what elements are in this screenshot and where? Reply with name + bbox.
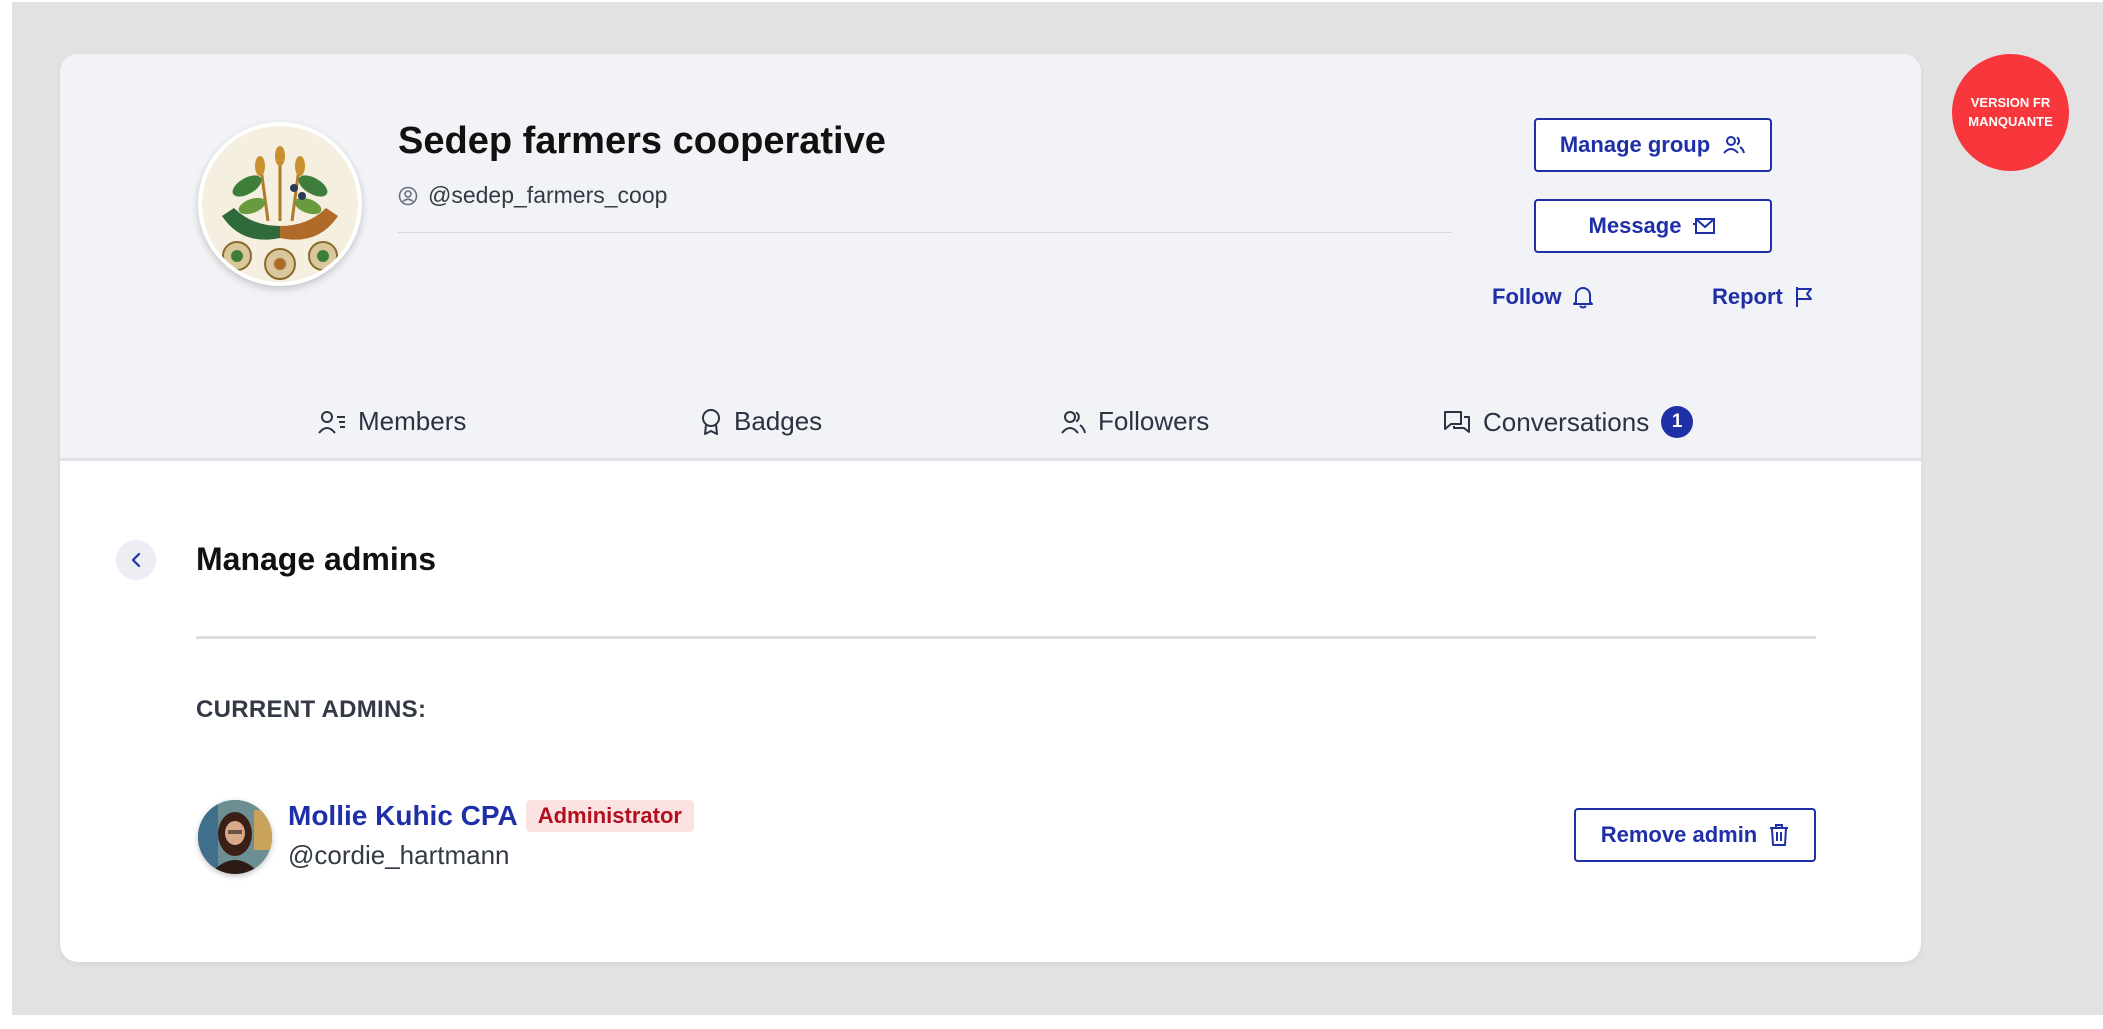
remove-admin-button[interactable]: Remove admin (1574, 808, 1816, 862)
admin-name-row: Mollie Kuhic CPA Administrator (288, 800, 694, 832)
manage-group-label: Manage group (1559, 132, 1711, 157)
admin-name-link[interactable]: Mollie Kuhic CPA (288, 800, 518, 832)
group-handle-row: @sedep_farmers_coop (398, 182, 667, 209)
conversations-icon (1443, 409, 1471, 435)
tab-members-label: Members (358, 406, 467, 436)
header-divider (398, 232, 1452, 233)
bell-icon (1572, 285, 1594, 309)
tab-conversations[interactable]: Conversations 1 (1443, 406, 1694, 438)
envelope-icon (1693, 215, 1717, 237)
trash-icon (1769, 823, 1789, 847)
group-handle: @sedep_farmers_coop (428, 182, 668, 208)
report-label: Report (1712, 284, 1783, 309)
follow-link[interactable]: Follow (1492, 284, 1594, 310)
chevron-left-icon (129, 552, 143, 568)
users-icon (1722, 133, 1746, 157)
conversations-count-badge: 1 (1661, 406, 1694, 438)
user-circle-icon (398, 186, 418, 206)
report-link[interactable]: Report (1712, 284, 1815, 310)
tab-members[interactable]: Members (318, 406, 466, 437)
current-admins-label: CURRENT ADMINS: (196, 696, 427, 723)
followers-icon (1060, 409, 1086, 435)
tab-badges[interactable]: Badges (700, 406, 822, 437)
group-logo-icon (202, 126, 358, 282)
group-tabs: Members Badges Followers Conversations 1 (60, 406, 1921, 446)
tab-followers[interactable]: Followers (1060, 406, 1209, 437)
version-missing-badge: VERSION FR MANQUANTE (1952, 54, 2069, 171)
flag-icon (1793, 285, 1815, 309)
section-divider (196, 636, 1816, 639)
message-label: Message (1588, 213, 1682, 238)
members-icon (318, 409, 346, 435)
tab-conversations-label: Conversations (1483, 406, 1650, 437)
remove-admin-label: Remove admin (1600, 822, 1758, 847)
manage-group-button[interactable]: Manage group (1534, 118, 1772, 172)
role-badge: Administrator (525, 800, 694, 832)
badge-icon (700, 408, 722, 436)
follow-label: Follow (1492, 284, 1562, 309)
group-card: Sedep farmers cooperative @sedep_farmers… (60, 54, 1921, 962)
tab-followers-label: Followers (1098, 406, 1210, 436)
message-button[interactable]: Message (1534, 199, 1772, 253)
tab-badges-label: Badges (734, 406, 823, 436)
avatar (198, 800, 272, 874)
back-button[interactable] (116, 540, 156, 580)
group-avatar (198, 122, 362, 286)
version-badge-line1: VERSION FR (1970, 94, 2051, 110)
version-badge-line2: MANQUANTE (1968, 113, 2053, 129)
admin-handle: @cordie_hartmann (288, 840, 510, 870)
section-title: Manage admins (196, 541, 437, 577)
group-header: Sedep farmers cooperative @sedep_farmers… (60, 54, 1921, 461)
group-title: Sedep farmers cooperative (398, 120, 886, 162)
